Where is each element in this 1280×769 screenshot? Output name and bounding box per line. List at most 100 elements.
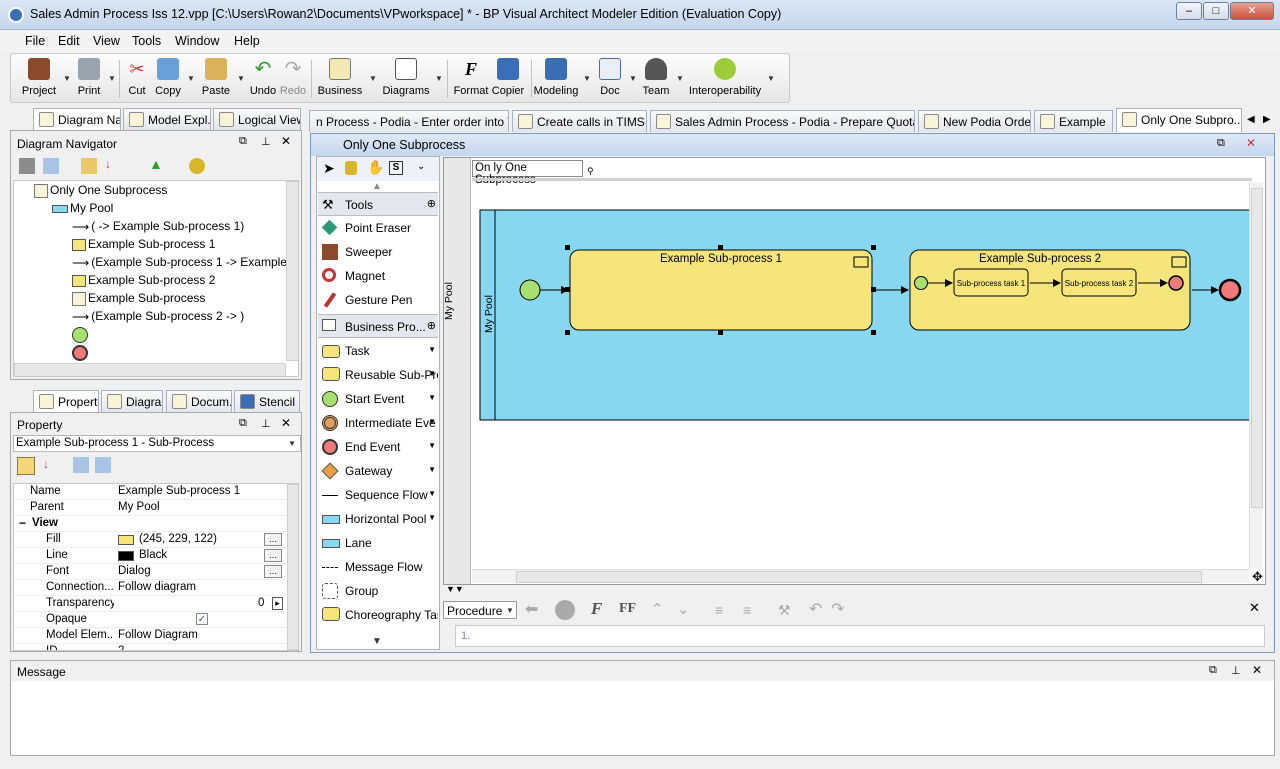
palette-tool-1[interactable]: Sweeper [318,240,438,264]
chevron-down-icon[interactable]: ▼ [428,417,436,426]
pin-icon[interactable]: ⊕ [427,319,436,332]
project-button[interactable]: Project [19,58,59,102]
print-button[interactable]: Print [73,58,105,102]
tab-new-podia-order[interactable]: New Podia Order [918,110,1031,132]
chevron-down-icon[interactable]: ▼ [428,441,436,450]
categorized-icon[interactable] [17,457,35,475]
property-row[interactable]: Transparency 0 ▸ [14,596,286,612]
tree-node[interactable]: ⟶ (Example Sub-process 1 -> Example Sub- [72,255,298,273]
property-row[interactable]: Model Elem... Follow Diagram [14,628,286,644]
palette-item-0[interactable]: Task ▼ [318,339,438,363]
palette-item-9[interactable]: Message Flow [318,555,438,579]
palette-item-3[interactable]: Intermediate Eve ▼ [318,411,438,435]
modeling-button[interactable]: Modeling [533,58,579,102]
palette-item-2[interactable]: Start Event ▼ [318,387,438,411]
tree-node[interactable]: ⟶( -> Example Sub-process 1) [72,219,244,237]
tree-node[interactable]: ⟶ (Example Sub-process 2 -> ) [72,309,244,327]
expand-all-icon[interactable] [73,457,89,473]
minimize-button[interactable]: – [1176,2,1202,20]
business-button[interactable]: Business [315,58,365,102]
procedure-text-area[interactable]: 1. [455,625,1265,647]
palette-item-1[interactable]: Reusable Sub-Pro ▼ [318,363,438,387]
scroll-up-icon[interactable]: ▲ [372,181,382,192]
redo-button[interactable]: ↷ Redo [279,58,307,102]
paste-button[interactable]: Paste [199,58,233,102]
close-icon[interactable]: ✕ [1249,600,1260,616]
tab-enter-order[interactable]: n Process - Podia - Enter order into TIM… [309,110,509,132]
palette-menu-icon[interactable]: ⌄ [417,161,425,172]
start-event[interactable] [519,279,541,301]
menu-view[interactable]: View [93,34,120,48]
palette-item-6[interactable]: Sequence Flow ▼ [318,483,438,507]
menu-edit[interactable]: Edit [58,34,80,48]
tree-vertical-scrollbar[interactable] [286,181,298,361]
chevron-down-icon[interactable]: ▼ [428,393,436,402]
move-up-icon[interactable]: ⌃ [651,600,664,618]
palette-business-header[interactable]: Business Pro... ⊕ [318,314,438,338]
bold-f-icon[interactable]: F [591,599,602,619]
copy-button[interactable]: Copy [153,58,183,102]
close-icon[interactable]: ✕ [1246,136,1256,150]
panel-pin-icon[interactable]: ⊥ [261,417,271,430]
refresh-icon[interactable] [189,158,205,174]
globe-icon[interactable] [555,600,575,620]
transparency-slider-button[interactable]: ▸ [272,597,283,610]
indent-icon[interactable]: ≡ [743,602,751,618]
pan-icon[interactable]: ✥ [1252,569,1263,584]
canvas-vertical-scrollbar[interactable] [1249,182,1263,568]
tab-example[interactable]: Example [1034,110,1113,132]
palette-item-7[interactable]: Horizontal Pool ▼ [318,507,438,531]
property-row[interactable]: Connection... Follow diagram [14,580,286,596]
chevron-down-icon[interactable]: ▼ [428,513,436,522]
tab-only-one-subprocess[interactable]: Only One Subpro... [1116,108,1242,132]
tree-node[interactable]: Example Sub-process [72,291,205,309]
restore-icon[interactable]: ⧉ [1217,137,1225,150]
menu-help[interactable]: Help [234,34,260,48]
undo-icon[interactable]: ↶ [809,599,822,619]
tab-scroll-right-icon[interactable]: ▶ [1263,114,1271,125]
diagrams-button[interactable]: Diagrams [381,58,431,102]
lock-icon[interactable] [345,161,357,175]
panel-close-icon[interactable]: ✕ [281,134,291,148]
up-icon[interactable]: ▲ [149,156,163,172]
canvas-horizontal-scrollbar[interactable] [472,569,1249,583]
menu-tools[interactable]: Tools [132,34,161,48]
tree-node[interactable]: My Pool [52,201,113,219]
panel-pin-icon[interactable]: ⊥ [261,135,271,148]
new-diagram-icon[interactable] [43,158,59,174]
font-size-icon[interactable]: FF [619,601,636,617]
collapse-icon[interactable]: − [19,516,26,530]
collapse-arrows-icon[interactable]: ▼▼ [446,584,464,594]
collapse-all-icon[interactable] [95,457,111,473]
menu-file[interactable]: File [25,34,45,48]
tab-stencil[interactable]: Stencil [234,390,300,412]
tab-diagram-navigator[interactable]: Diagram Na... [33,108,121,130]
chevron-down-icon[interactable]: ▼ [428,345,436,354]
scroll-thumb[interactable] [1251,188,1263,508]
hand-icon[interactable]: ✋ [367,159,384,176]
property-row[interactable]: Line Black... [14,548,286,564]
property-row[interactable]: View − [14,516,286,532]
tab-scroll-left-icon[interactable]: ◀ [1247,114,1255,125]
inner-end-event[interactable] [1168,275,1184,291]
panel-close-icon[interactable]: ✕ [281,416,291,430]
folder-icon[interactable] [81,158,97,174]
tree-node[interactable]: Only One Subprocess [34,183,167,201]
property-scrollbar[interactable] [287,484,298,650]
sort-icon[interactable]: ↓ [105,157,111,171]
sort-alpha-icon[interactable]: ↓ [43,457,49,471]
property-row[interactable]: Parent My Pool [14,500,286,516]
property-row[interactable]: Font Dialog... [14,564,286,580]
close-button[interactable]: ✕ [1230,2,1274,20]
palette-tools-header[interactable]: ⚒ Tools ⊕ [318,192,438,216]
tab-create-calls[interactable]: Create calls in TIMS [512,110,647,132]
maximize-button[interactable]: □ [1203,2,1229,20]
left-arrow-icon[interactable]: ⬅ [525,599,538,619]
palette-item-10[interactable]: Group [318,579,438,603]
pin-icon[interactable]: ⊕ [427,197,436,210]
hammer-icon[interactable]: ⚒ [778,602,791,619]
doc-button[interactable]: Doc [595,58,625,102]
tab-model-explorer[interactable]: Model Expl... [123,108,211,130]
undo-button[interactable]: ↶ Undo [249,58,277,102]
panel-restore-icon[interactable]: ⧉ [239,135,247,148]
